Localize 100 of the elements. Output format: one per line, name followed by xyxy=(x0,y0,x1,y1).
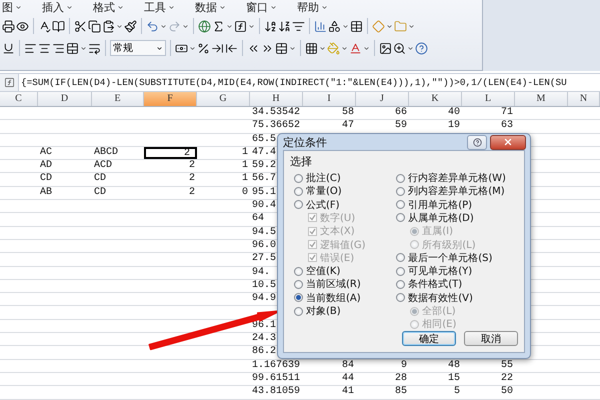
column-header[interactable]: C xyxy=(0,92,38,106)
caret-icon[interactable] xyxy=(289,44,296,52)
caret-icon[interactable] xyxy=(189,44,196,52)
menu-item[interactable]: 格式 xyxy=(93,0,115,15)
caret-icon[interactable] xyxy=(341,44,348,52)
close-button[interactable] xyxy=(490,134,526,150)
fill-color-icon[interactable] xyxy=(327,42,340,54)
table-cell: 94. xyxy=(252,266,270,278)
function-icon[interactable] xyxy=(234,20,247,32)
column-header[interactable]: F xyxy=(144,92,197,106)
copy-icon[interactable] xyxy=(88,20,101,32)
help-icon[interactable] xyxy=(415,42,428,54)
column-header[interactable]: L xyxy=(462,92,515,106)
column-header[interactable]: G xyxy=(197,92,250,106)
radio-button[interactable] xyxy=(294,266,303,276)
menu-item[interactable]: 帮助 xyxy=(297,0,319,15)
radio-button[interactable] xyxy=(294,174,303,183)
radio-button[interactable] xyxy=(396,213,406,222)
column-header[interactable]: J xyxy=(356,92,409,106)
radio-button[interactable] xyxy=(396,266,406,276)
book-icon[interactable] xyxy=(52,20,65,32)
caret-icon[interactable] xyxy=(270,4,277,11)
caret-icon[interactable] xyxy=(363,44,370,52)
eye-icon[interactable] xyxy=(16,20,29,32)
cut-icon[interactable] xyxy=(74,20,87,32)
option-label: 批注(C) xyxy=(306,172,341,186)
wrap-text-icon[interactable] xyxy=(88,42,101,54)
caret-icon[interactable] xyxy=(116,22,123,30)
column-header[interactable]: N xyxy=(568,92,600,106)
table-cell: 84 xyxy=(342,360,354,371)
radio-button[interactable] xyxy=(396,293,406,302)
zoom-icon[interactable] xyxy=(393,42,406,54)
printer-icon[interactable] xyxy=(2,20,15,32)
percent-icon[interactable] xyxy=(197,42,210,54)
shapes-icon[interactable] xyxy=(328,20,341,32)
filter-icon[interactable] xyxy=(292,20,305,32)
radio-button[interactable] xyxy=(396,253,406,262)
caret-icon[interactable] xyxy=(248,22,255,30)
radio-button[interactable] xyxy=(396,200,406,210)
caret-icon[interactable] xyxy=(156,44,163,52)
align-right-icon[interactable] xyxy=(52,42,65,54)
sigma-icon[interactable] xyxy=(212,20,225,32)
caret-icon[interactable] xyxy=(168,4,175,11)
borders-icon[interactable] xyxy=(305,42,318,54)
align-center-icon[interactable] xyxy=(38,42,51,54)
undo-icon[interactable] xyxy=(146,20,159,32)
sort-descending-icon[interactable] xyxy=(278,20,291,32)
caret-icon[interactable] xyxy=(408,22,415,30)
menu-item[interactable]: 工具 xyxy=(144,0,166,15)
column-header[interactable]: K xyxy=(409,92,462,106)
column-header[interactable]: H xyxy=(250,92,303,106)
close-icon xyxy=(503,137,513,148)
caret-icon[interactable] xyxy=(160,22,167,30)
caret-icon[interactable] xyxy=(407,44,414,52)
menu-item[interactable]: 窗口 xyxy=(246,0,268,15)
table-icon[interactable] xyxy=(350,20,363,32)
table-cell: 9 xyxy=(400,360,407,371)
radio-button[interactable] xyxy=(294,306,303,316)
column-header[interactable]: M xyxy=(515,92,568,106)
caret-icon[interactable] xyxy=(117,4,124,11)
column-header[interactable]: I xyxy=(303,92,356,106)
column-header[interactable]: D xyxy=(38,92,92,106)
caret-icon[interactable] xyxy=(80,44,87,52)
radio-button[interactable] xyxy=(396,280,406,289)
radio-button[interactable] xyxy=(294,200,303,210)
caret-icon[interactable] xyxy=(219,4,226,11)
function-icon[interactable] xyxy=(4,77,14,88)
picture-icon[interactable] xyxy=(379,42,392,54)
caret-icon[interactable] xyxy=(321,4,328,11)
font-color-icon[interactable] xyxy=(349,42,362,54)
spellcheck-icon[interactable] xyxy=(38,20,51,32)
sort-ascending-icon[interactable] xyxy=(264,20,277,32)
globe-icon[interactable] xyxy=(198,20,211,32)
menu-item[interactable]: 插入 xyxy=(42,0,64,15)
radio-button[interactable] xyxy=(396,186,406,196)
caret-icon[interactable] xyxy=(66,4,73,11)
dialog-button[interactable]: 取消 xyxy=(464,331,518,346)
caret-icon[interactable] xyxy=(342,22,349,30)
radio-button[interactable] xyxy=(294,186,303,196)
table-cell: 56.7 xyxy=(252,173,276,184)
caret-icon[interactable] xyxy=(226,22,233,30)
formula-text[interactable]: {=SUM(IF(LEN(D4)-LEN(SUBSTITUTE(D4,MID(E4,ROW(INDIRECT("1:"&LEN(E4))),1),""))>0,1/(LEN(E4)-LEN(SU xyxy=(19,77,567,88)
caret-icon[interactable] xyxy=(386,22,393,30)
radio-button[interactable] xyxy=(294,293,303,302)
number-format-dropdown[interactable]: 常规 xyxy=(110,40,166,56)
radio-button[interactable] xyxy=(396,174,406,183)
menu-item[interactable]: 数据 xyxy=(195,0,217,15)
caret-icon[interactable] xyxy=(319,44,326,52)
bar-chart-icon[interactable] xyxy=(314,20,327,32)
active-cell: 2 xyxy=(144,146,197,160)
help-button[interactable] xyxy=(467,134,487,150)
radio-button[interactable] xyxy=(294,280,303,289)
paste-icon[interactable] xyxy=(102,20,115,32)
caret-icon[interactable] xyxy=(15,4,22,11)
align-left-icon[interactable] xyxy=(24,42,37,54)
caret-icon[interactable] xyxy=(182,22,189,30)
underline-icon[interactable] xyxy=(2,42,15,54)
dialog-button[interactable]: 确定 xyxy=(402,331,456,346)
menu-item[interactable]: 图 xyxy=(2,0,13,15)
paintbrush-icon[interactable] xyxy=(124,20,137,32)
